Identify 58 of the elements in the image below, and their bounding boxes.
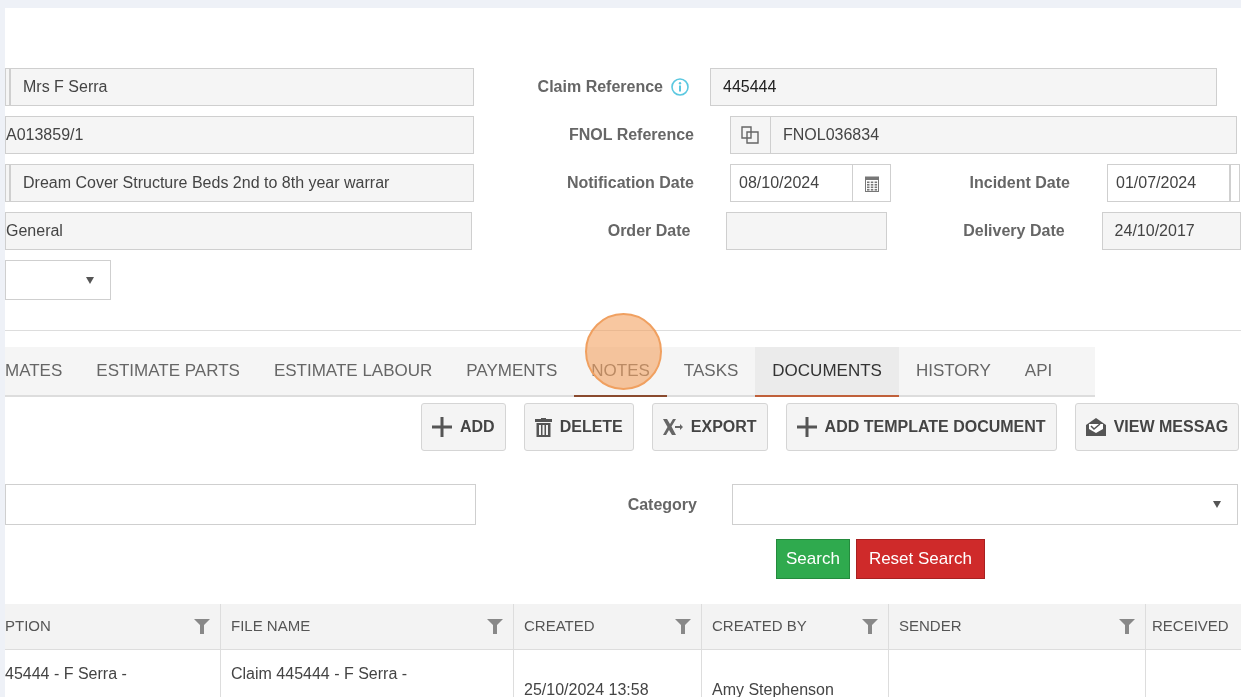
filter-icon[interactable]	[194, 619, 210, 634]
column-header[interactable]: CREATED	[513, 604, 701, 649]
column-header[interactable]: SENDER	[888, 604, 1145, 649]
toolbar-button[interactable]: VIEW MESSAG	[1074, 403, 1240, 451]
text-field[interactable]	[5, 484, 476, 525]
table-cell: 25/10/2024 13:58	[524, 681, 649, 697]
trash-icon	[534, 417, 552, 437]
filter-icon[interactable]	[862, 619, 878, 634]
tab[interactable]: TASKS	[666, 347, 756, 397]
text-field[interactable]: A013859/1	[5, 116, 474, 154]
text-field[interactable]: 445444	[710, 68, 1217, 106]
text-field[interactable]: General	[5, 212, 472, 250]
column-header[interactable]: RECEIVED	[1145, 604, 1241, 649]
toolbar-button[interactable]: ADD	[421, 403, 506, 451]
text-field[interactable]: Dream Cover Structure Beds 2nd to 8th year warrar	[10, 164, 474, 202]
column-header[interactable]: CREATED BY	[701, 604, 888, 649]
copy-icon	[740, 126, 761, 144]
calendar-icon	[864, 174, 879, 192]
field-label: Category	[627, 494, 697, 515]
dropdown-caret-icon	[1213, 501, 1221, 508]
field-label: Incident Date	[969, 173, 1070, 193]
date-field[interactable]	[726, 212, 887, 250]
toolbar-button[interactable]: EXPORT	[651, 403, 768, 451]
plus-icon	[796, 417, 817, 437]
envelope-icon	[1085, 418, 1106, 436]
tab[interactable]: PAYMENTS	[449, 347, 575, 397]
table-cell: Claim 445444 - F Serra -	[231, 665, 408, 682]
filter-icon[interactable]	[1119, 619, 1135, 634]
field-label: Delivery Date	[963, 221, 1065, 241]
dropdown-caret-icon	[86, 276, 94, 284]
field-label: FNOL Reference	[568, 125, 694, 145]
column-header[interactable]: FILE NAME	[220, 604, 513, 649]
tab[interactable]: MATES	[5, 347, 80, 397]
reset-search-button[interactable]: Reset Search	[855, 539, 985, 579]
tab[interactable]: DOCUMENTS	[755, 347, 899, 397]
text-field[interactable]: FNOL036834	[771, 116, 1237, 154]
field-label: Order Date	[607, 221, 691, 241]
select-field[interactable]	[5, 260, 111, 300]
toolbar-button[interactable]: ADD TEMPLATE DOCUMENT	[785, 403, 1057, 451]
copy-button[interactable]	[730, 116, 771, 154]
tab[interactable]: ESTIMATE LABOUR	[256, 347, 450, 397]
field-label: Claim Reference	[537, 77, 663, 97]
column-header[interactable]: PTION	[5, 604, 220, 649]
toolbar-button[interactable]: DELETE	[523, 403, 634, 451]
field-label: Notification Date	[566, 173, 694, 193]
date-field[interactable]: 01/07/2024	[1107, 164, 1230, 202]
tab[interactable]: ESTIMATE PARTS	[79, 347, 257, 397]
filter-icon[interactable]	[675, 619, 691, 634]
plus-icon	[432, 417, 452, 437]
info-icon[interactable]	[671, 78, 689, 96]
text-field[interactable]: 24/10/2017	[1101, 212, 1241, 250]
filter-icon[interactable]	[487, 619, 503, 634]
excel-export-icon	[662, 419, 683, 435]
tab[interactable]: HISTORY	[898, 347, 1008, 397]
tab[interactable]: API	[1007, 347, 1070, 397]
text-field[interactable]: Mrs F Serra	[10, 68, 474, 106]
date-field[interactable]: 08/10/2024	[730, 164, 853, 202]
table-cell: 45444 - F Serra -	[5, 665, 127, 682]
